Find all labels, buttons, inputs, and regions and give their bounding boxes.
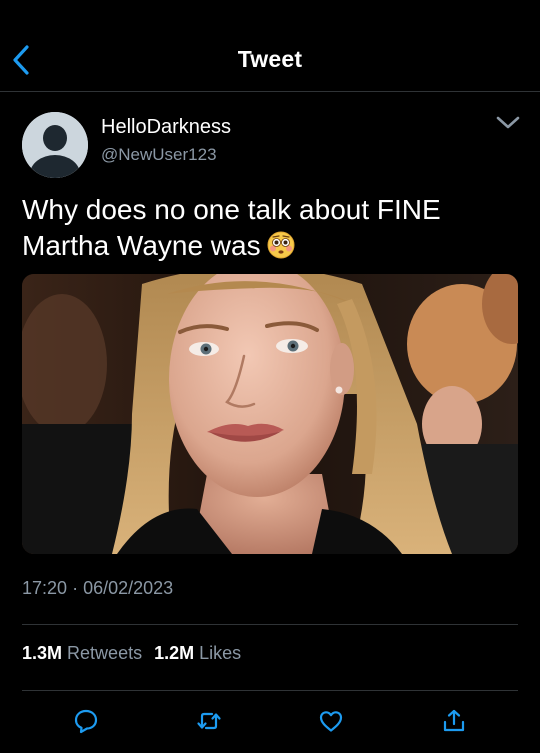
tweet-date: 06/02/2023 <box>83 578 174 598</box>
display-name[interactable]: HelloDarkness <box>101 116 231 139</box>
like-icon <box>319 711 343 732</box>
tweet-text: Why does no one talk about FINE Martha W… <box>22 194 441 261</box>
likes-label: Likes <box>199 643 242 663</box>
user-handle[interactable]: @NewUser123 <box>101 145 217 165</box>
retweets-label: Retweets <box>67 643 143 663</box>
tweet-timestamp: 17:20 · 06/02/2023 <box>22 578 173 599</box>
retweet-button[interactable] <box>196 708 222 734</box>
reply-icon <box>74 709 98 734</box>
retweet-icon <box>197 712 221 730</box>
retweets-stat[interactable]: 1.3M Retweets <box>22 643 142 663</box>
like-button[interactable] <box>318 708 344 734</box>
tweet-photo[interactable] <box>22 274 518 554</box>
tweet-time: 17:20 <box>22 578 68 598</box>
portrait-photo <box>22 274 518 554</box>
avatar[interactable] <box>22 112 88 178</box>
reply-button[interactable] <box>73 708 99 734</box>
share-button[interactable] <box>441 708 467 734</box>
divider <box>22 624 518 625</box>
likes-count: 1.2M <box>154 643 195 663</box>
chevron-down-icon <box>496 116 520 129</box>
default-profile-icon <box>22 112 88 178</box>
timestamp-separator: · <box>72 578 79 598</box>
divider <box>22 690 518 691</box>
likes-stat[interactable]: 1.2M Likes <box>154 643 241 663</box>
more-options-button[interactable] <box>494 112 522 134</box>
flushed-face-emoji-icon <box>267 231 295 259</box>
tweet-stats: 1.3M Retweets 1.2M Likes <box>22 643 248 664</box>
retweets-count: 1.3M <box>22 643 63 663</box>
action-bar <box>0 704 540 740</box>
page-title: Tweet <box>237 46 303 72</box>
nav-bar: Tweet <box>0 0 540 92</box>
share-icon <box>443 709 465 732</box>
tweet-body: Why does no one talk about FINE Martha W… <box>22 192 522 264</box>
